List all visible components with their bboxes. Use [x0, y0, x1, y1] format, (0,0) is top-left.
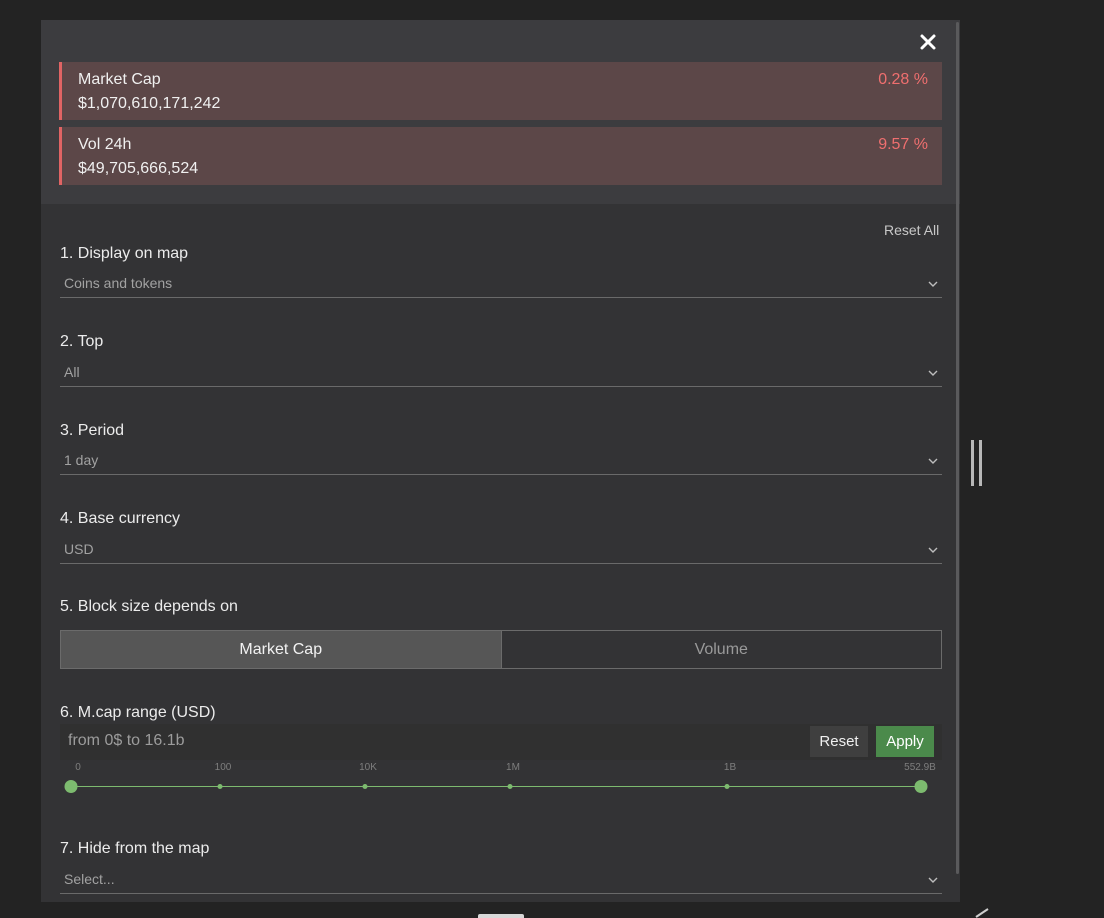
volume-value: $49,705,666,524: [78, 160, 199, 177]
slider-min-handle[interactable]: [64, 780, 78, 793]
tick-label: 10K: [359, 762, 377, 773]
mcap-range-title: 6. M.cap range (USD): [60, 704, 216, 721]
display-on-map-value: Coins and tokens: [64, 275, 173, 291]
hide-from-map-title: 7. Hide from the map: [60, 840, 210, 857]
block-size-title: 5. Block size depends on: [60, 598, 238, 615]
slider-max-handle[interactable]: [914, 780, 928, 793]
slider-tick-dot: [507, 784, 513, 789]
range-apply-button[interactable]: Apply: [876, 726, 934, 757]
market-cap-card: Market Cap $1,070,610,171,242 0.28 %: [59, 62, 942, 120]
chevron-icon: [975, 908, 989, 918]
close-icon: [920, 34, 936, 50]
top-select[interactable]: All: [60, 360, 942, 387]
chevron-down-icon: [928, 458, 938, 464]
range-reset-button[interactable]: Reset: [810, 726, 868, 757]
chevron-down-icon: [928, 547, 938, 553]
slider-tick-dot: [217, 784, 223, 789]
block-size-market-cap-option[interactable]: Market Cap: [61, 631, 502, 668]
base-currency-title: 4. Base currency: [60, 510, 181, 527]
base-currency-value: USD: [64, 541, 94, 557]
tick-label: 552.9B: [904, 762, 936, 773]
mcap-range-slider[interactable]: 0 100 10K 1M 1B 552.9B: [60, 760, 942, 800]
market-cap-change: 0.28 %: [878, 71, 928, 88]
mcap-range-box: from 0$ to 16.1b Reset Apply: [60, 724, 942, 760]
chevron-down-icon: [928, 877, 938, 883]
market-cap-label: Market Cap: [78, 71, 161, 88]
volume-label: Vol 24h: [78, 136, 132, 153]
top-value: All: [64, 364, 80, 380]
display-on-map-select[interactable]: Coins and tokens: [60, 271, 942, 298]
tick-label: 0: [75, 762, 81, 773]
period-select[interactable]: 1 day: [60, 448, 942, 475]
close-button[interactable]: [917, 31, 939, 53]
market-cap-value: $1,070,610,171,242: [78, 95, 221, 112]
settings-panel: Market Cap $1,070,610,171,242 0.28 % Vol…: [41, 20, 960, 902]
period-value: 1 day: [64, 452, 99, 468]
slider-tick-dot: [724, 784, 730, 789]
bottom-tab-indicator: [478, 914, 524, 918]
reset-all-button[interactable]: Reset All: [884, 222, 939, 238]
top-title: 2. Top: [60, 333, 104, 350]
resize-handle[interactable]: [971, 440, 983, 486]
mcap-range-text: from 0$ to 16.1b: [68, 732, 185, 749]
hide-from-map-select[interactable]: Select...: [60, 867, 942, 894]
block-size-toggle: Market Cap Volume: [60, 630, 942, 669]
chevron-down-icon: [928, 281, 938, 287]
resize-grip-line: [979, 440, 982, 486]
panel-scrollbar[interactable]: [956, 22, 959, 874]
market-summary: Market Cap $1,070,610,171,242 0.28 % Vol…: [41, 20, 960, 204]
base-currency-select[interactable]: USD: [60, 537, 942, 564]
chevron-down-icon: [928, 370, 938, 376]
tick-label: 1M: [506, 762, 520, 773]
display-on-map-title: 1. Display on map: [60, 245, 189, 262]
hide-from-map-placeholder: Select...: [64, 871, 115, 887]
period-title: 3. Period: [60, 422, 125, 439]
volume-card: Vol 24h $49,705,666,524 9.57 %: [59, 127, 942, 185]
resize-grip-line: [971, 440, 974, 486]
tick-label: 100: [214, 762, 232, 773]
slider-tick-dot: [362, 784, 368, 789]
tick-label: 1B: [723, 762, 737, 773]
slider-track[interactable]: [71, 786, 921, 787]
block-size-volume-option[interactable]: Volume: [501, 631, 941, 668]
volume-change: 9.57 %: [878, 136, 928, 153]
